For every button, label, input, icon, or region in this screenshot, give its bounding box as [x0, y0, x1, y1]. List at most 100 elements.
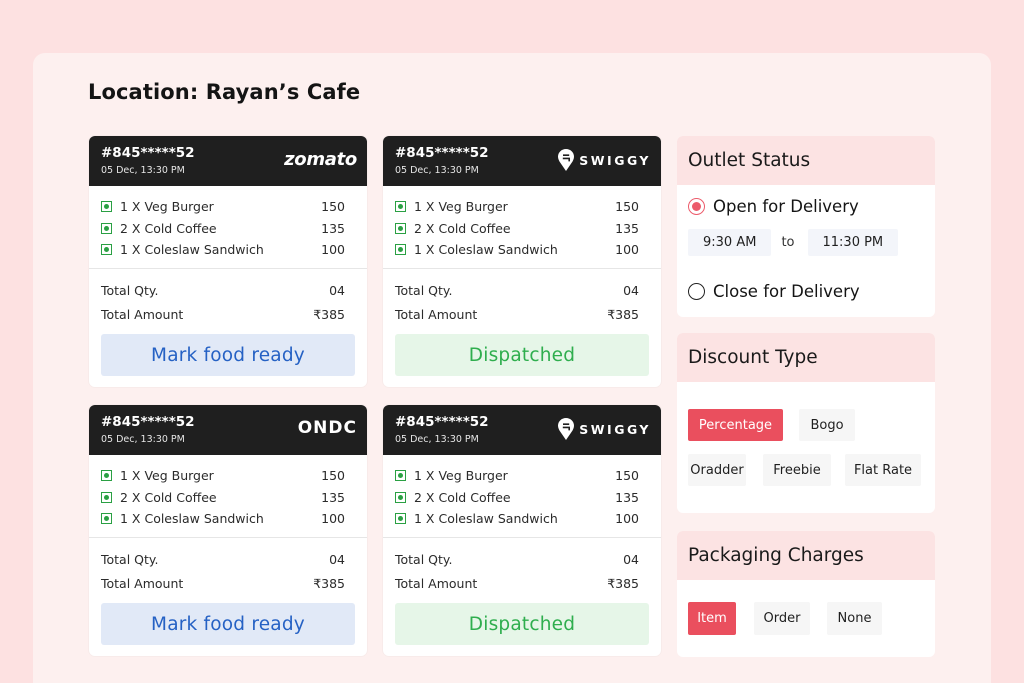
outlet-status-card: Outlet Status Open for Delivery 9:30 AM … [677, 136, 935, 317]
veg-icon [395, 222, 406, 234]
order-totals: Total Qty. 04 Total Amount ₹385 [89, 538, 367, 595]
swiggy-logo: SWIGGY [558, 149, 651, 171]
order-header: #845*****52 05 Dec, 13:30 PM SWIGGY [383, 405, 661, 455]
total-qty-row: Total Qty. 04 [101, 547, 355, 571]
total-amount-row: Total Amount ₹385 [101, 571, 355, 595]
item-name: 1 X Coleslaw Sandwich [120, 242, 264, 258]
item-name: 1 X Coleslaw Sandwich [414, 511, 558, 527]
item-price: 135 [321, 220, 345, 236]
close-for-delivery-option[interactable]: Close for Delivery [688, 282, 860, 301]
order-items: 1 X Veg Burger 150 2 X Cold Coffee 135 1 X… [89, 455, 367, 538]
list-item: 2 X Cold Coffee 135 [395, 218, 649, 240]
discount-option-oradder[interactable]: Oradder [688, 454, 746, 486]
discount-option-percentage[interactable]: Percentage [688, 409, 783, 441]
total-qty-row: Total Qty. 04 [101, 278, 355, 302]
total-qty-value: 04 [329, 282, 345, 298]
veg-icon [101, 201, 112, 213]
item-price: 100 [321, 511, 345, 527]
dispatched-button[interactable]: Dispatched [395, 334, 649, 376]
total-amount-row: Total Amount ₹385 [395, 302, 649, 326]
from-time-field[interactable]: 9:30 AM [688, 229, 772, 256]
total-amount-value: ₹385 [607, 575, 639, 591]
total-qty-row: Total Qty. 04 [395, 547, 649, 571]
total-amount-label: Total Amount [395, 575, 478, 591]
order-header: #845*****52 05 Dec, 13:30 PM zomato [89, 136, 367, 186]
packaging-option-none[interactable]: None [827, 602, 882, 635]
order-items: 1 X Veg Burger 150 2 X Cold Coffee 135 1 X… [383, 455, 661, 538]
total-qty-value: 04 [329, 551, 345, 567]
item-price: 135 [615, 489, 639, 505]
item-price: 100 [615, 511, 639, 527]
item-name: 1 X Veg Burger [120, 199, 214, 215]
packaging-charges-card: Packaging Charges Item Order None [677, 531, 935, 657]
packaging-charges-title: Packaging Charges [677, 531, 935, 580]
item-price: 135 [615, 220, 639, 236]
item-price: 150 [321, 468, 345, 484]
swiggy-logo: SWIGGY [558, 418, 651, 440]
list-item: 1 X Coleslaw Sandwich 100 [395, 508, 649, 530]
list-item: 1 X Veg Burger 150 [101, 465, 355, 487]
discount-type-title: Discount Type [677, 333, 935, 382]
location-title: Location: Rayan’s Cafe [88, 80, 361, 104]
dispatched-button[interactable]: Dispatched [395, 603, 649, 645]
total-amount-label: Total Amount [395, 306, 478, 322]
item-price: 100 [615, 242, 639, 258]
swiggy-icon [558, 418, 575, 440]
list-item: 2 X Cold Coffee 135 [101, 487, 355, 509]
order-header: #845*****52 05 Dec, 13:30 PM SWIGGY [383, 136, 661, 186]
veg-icon [395, 513, 406, 525]
item-name: 2 X Cold Coffee [120, 220, 217, 236]
order-card: #845*****52 05 Dec, 13:30 PM ONDC 1 X Ve… [89, 405, 367, 656]
item-price: 100 [321, 242, 345, 258]
total-qty-label: Total Qty. [395, 551, 453, 567]
veg-icon [101, 244, 112, 256]
radio-unselected-icon[interactable] [688, 283, 705, 300]
veg-icon [101, 470, 112, 482]
order-id: #845*****52 [395, 414, 489, 430]
packaging-option-order[interactable]: Order [754, 602, 810, 635]
list-item: 2 X Cold Coffee 135 [395, 487, 649, 509]
to-time-field[interactable]: 11:30 PM [807, 229, 899, 256]
total-amount-row: Total Amount ₹385 [101, 302, 355, 326]
open-for-delivery-option[interactable]: Open for Delivery [688, 197, 859, 216]
list-item: 1 X Veg Burger 150 [395, 196, 649, 218]
total-qty-row: Total Qty. 04 [395, 278, 649, 302]
order-header: #845*****52 05 Dec, 13:30 PM ONDC [89, 405, 367, 455]
veg-icon [101, 513, 112, 525]
total-qty-value: 04 [623, 551, 639, 567]
list-item: 2 X Cold Coffee 135 [101, 218, 355, 240]
veg-icon [101, 491, 112, 503]
total-amount-label: Total Amount [101, 575, 184, 591]
radio-selected-icon[interactable] [688, 198, 705, 215]
swiggy-icon [558, 149, 575, 171]
discount-option-freebie[interactable]: Freebie [763, 454, 831, 486]
veg-icon [395, 201, 406, 213]
item-name: 1 X Veg Burger [414, 199, 508, 215]
discount-option-bogo[interactable]: Bogo [799, 409, 855, 441]
order-date: 05 Dec, 13:30 PM [101, 434, 185, 445]
item-price: 150 [615, 199, 639, 215]
list-item: 1 X Coleslaw Sandwich 100 [101, 508, 355, 530]
order-date: 05 Dec, 13:30 PM [395, 165, 479, 176]
total-qty-label: Total Qty. [395, 282, 453, 298]
order-date: 05 Dec, 13:30 PM [395, 434, 479, 445]
packaging-option-item[interactable]: Item [688, 602, 736, 635]
list-item: 1 X Veg Burger 150 [101, 196, 355, 218]
order-items: 1 X Veg Burger 150 2 X Cold Coffee 135 1 X… [89, 186, 367, 269]
veg-icon [395, 491, 406, 503]
platform-name: SWIGGY [579, 421, 651, 437]
total-qty-label: Total Qty. [101, 282, 159, 298]
order-card: #845*****52 05 Dec, 13:30 PM SWIGGY 1 X … [383, 405, 661, 656]
item-price: 135 [321, 489, 345, 505]
open-for-delivery-label: Open for Delivery [713, 197, 859, 216]
mark-food-ready-button[interactable]: Mark food ready [101, 603, 355, 645]
mark-food-ready-button[interactable]: Mark food ready [101, 334, 355, 376]
item-name: 2 X Cold Coffee [120, 489, 217, 505]
order-totals: Total Qty. 04 Total Amount ₹385 [89, 269, 367, 326]
item-name: 2 X Cold Coffee [414, 220, 511, 236]
discount-option-flat-rate[interactable]: Flat Rate [845, 454, 921, 486]
item-price: 150 [615, 468, 639, 484]
item-name: 1 X Coleslaw Sandwich [120, 511, 264, 527]
total-amount-value: ₹385 [313, 575, 345, 591]
order-items: 1 X Veg Burger 150 2 X Cold Coffee 135 1 X… [383, 186, 661, 269]
